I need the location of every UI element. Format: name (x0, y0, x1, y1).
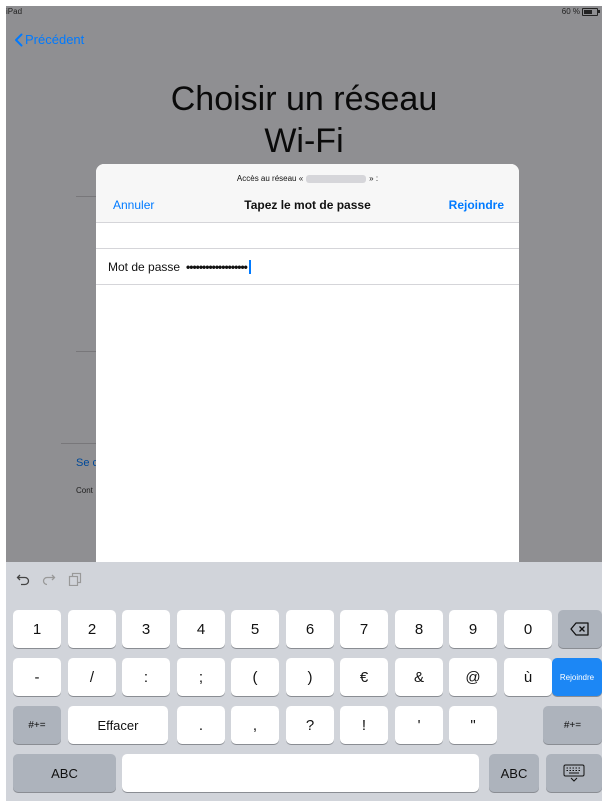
space-key[interactable] (122, 754, 479, 792)
key-semicolon[interactable]: ; (177, 658, 225, 696)
key-close-paren[interactable]: ) (286, 658, 334, 696)
key-8[interactable]: 8 (395, 610, 443, 648)
back-button[interactable]: Précédent (14, 32, 84, 47)
battery-icon (582, 8, 600, 16)
key-4[interactable]: 4 (177, 610, 225, 648)
subtitle-suffix: » : (369, 174, 379, 183)
key-apostrophe[interactable]: ' (395, 706, 443, 744)
key-7[interactable]: 7 (340, 610, 388, 648)
keyboard-hide-icon (563, 764, 585, 782)
battery-percentage: 60 % (561, 7, 580, 16)
key-comma[interactable]: , (231, 706, 279, 744)
key-9[interactable]: 9 (449, 610, 497, 648)
back-label: Précédent (25, 32, 85, 47)
subtitle-prefix: Accès au réseau « (236, 174, 304, 183)
key-0[interactable]: 0 (504, 610, 552, 648)
key-open-paren[interactable]: ( (231, 658, 279, 696)
redo-icon[interactable] (42, 572, 56, 586)
undo-icon[interactable] (16, 572, 30, 586)
device-name: iPad (6, 7, 23, 16)
key-colon[interactable]: : (122, 658, 170, 696)
status-bar: iPad 60 % (6, 6, 602, 20)
text-cursor (248, 259, 251, 274)
key-ampersand[interactable]: & (395, 658, 443, 696)
key-euro[interactable]: € (340, 658, 388, 696)
delete-icon (570, 622, 589, 636)
key-slash[interactable]: / (68, 658, 116, 696)
key-at[interactable]: @ (449, 658, 497, 696)
password-input[interactable]: ••••••••••••••••••• (186, 260, 248, 274)
password-label: Mot de passe (108, 259, 181, 274)
return-join-key[interactable]: Rejoindre (552, 658, 602, 696)
password-dialog: Accès au réseau «» : Annuler Tapez le mo… (96, 164, 519, 562)
dialog-header: Accès au réseau «» : Annuler Tapez le mo… (96, 164, 519, 223)
more-symbols-key-right[interactable]: #+= (543, 706, 602, 744)
key-quote[interactable]: " (449, 706, 497, 744)
password-field[interactable]: Mot de passe ••••••••••••••••••• (96, 248, 519, 285)
chevron-left-icon (15, 33, 23, 46)
dialog-subtitle: Accès au réseau « » : (96, 174, 519, 183)
delete-key[interactable] (558, 610, 602, 648)
hide-keyboard-key[interactable] (546, 754, 602, 792)
join-button[interactable]: Rejoindre (449, 198, 504, 212)
clear-key[interactable]: Effacer (68, 706, 168, 744)
key-6[interactable]: 6 (286, 610, 334, 648)
key-question[interactable]: ? (286, 706, 334, 744)
key-u-grave[interactable]: ù (504, 658, 552, 696)
key-2[interactable]: 2 (68, 610, 116, 648)
abc-key-right[interactable]: ABC (489, 754, 539, 792)
keyboard: 1 2 3 4 5 6 7 8 9 0 - / : ; ( ) € & @ ù … (6, 562, 602, 801)
key-dash[interactable]: - (13, 658, 61, 696)
more-symbols-key-left[interactable]: #+= (13, 706, 61, 744)
key-exclamation[interactable]: ! (340, 706, 388, 744)
key-1[interactable]: 1 (13, 610, 61, 648)
screen: iPad 60 % Précédent Choisir un réseau Wi… (6, 6, 602, 801)
key-3[interactable]: 3 (122, 610, 170, 648)
key-period[interactable]: . (177, 706, 225, 744)
paste-icon[interactable] (68, 572, 82, 586)
abc-key-left[interactable]: ABC (13, 754, 116, 792)
key-5[interactable]: 5 (231, 610, 279, 648)
redacted-network-name (306, 174, 367, 183)
